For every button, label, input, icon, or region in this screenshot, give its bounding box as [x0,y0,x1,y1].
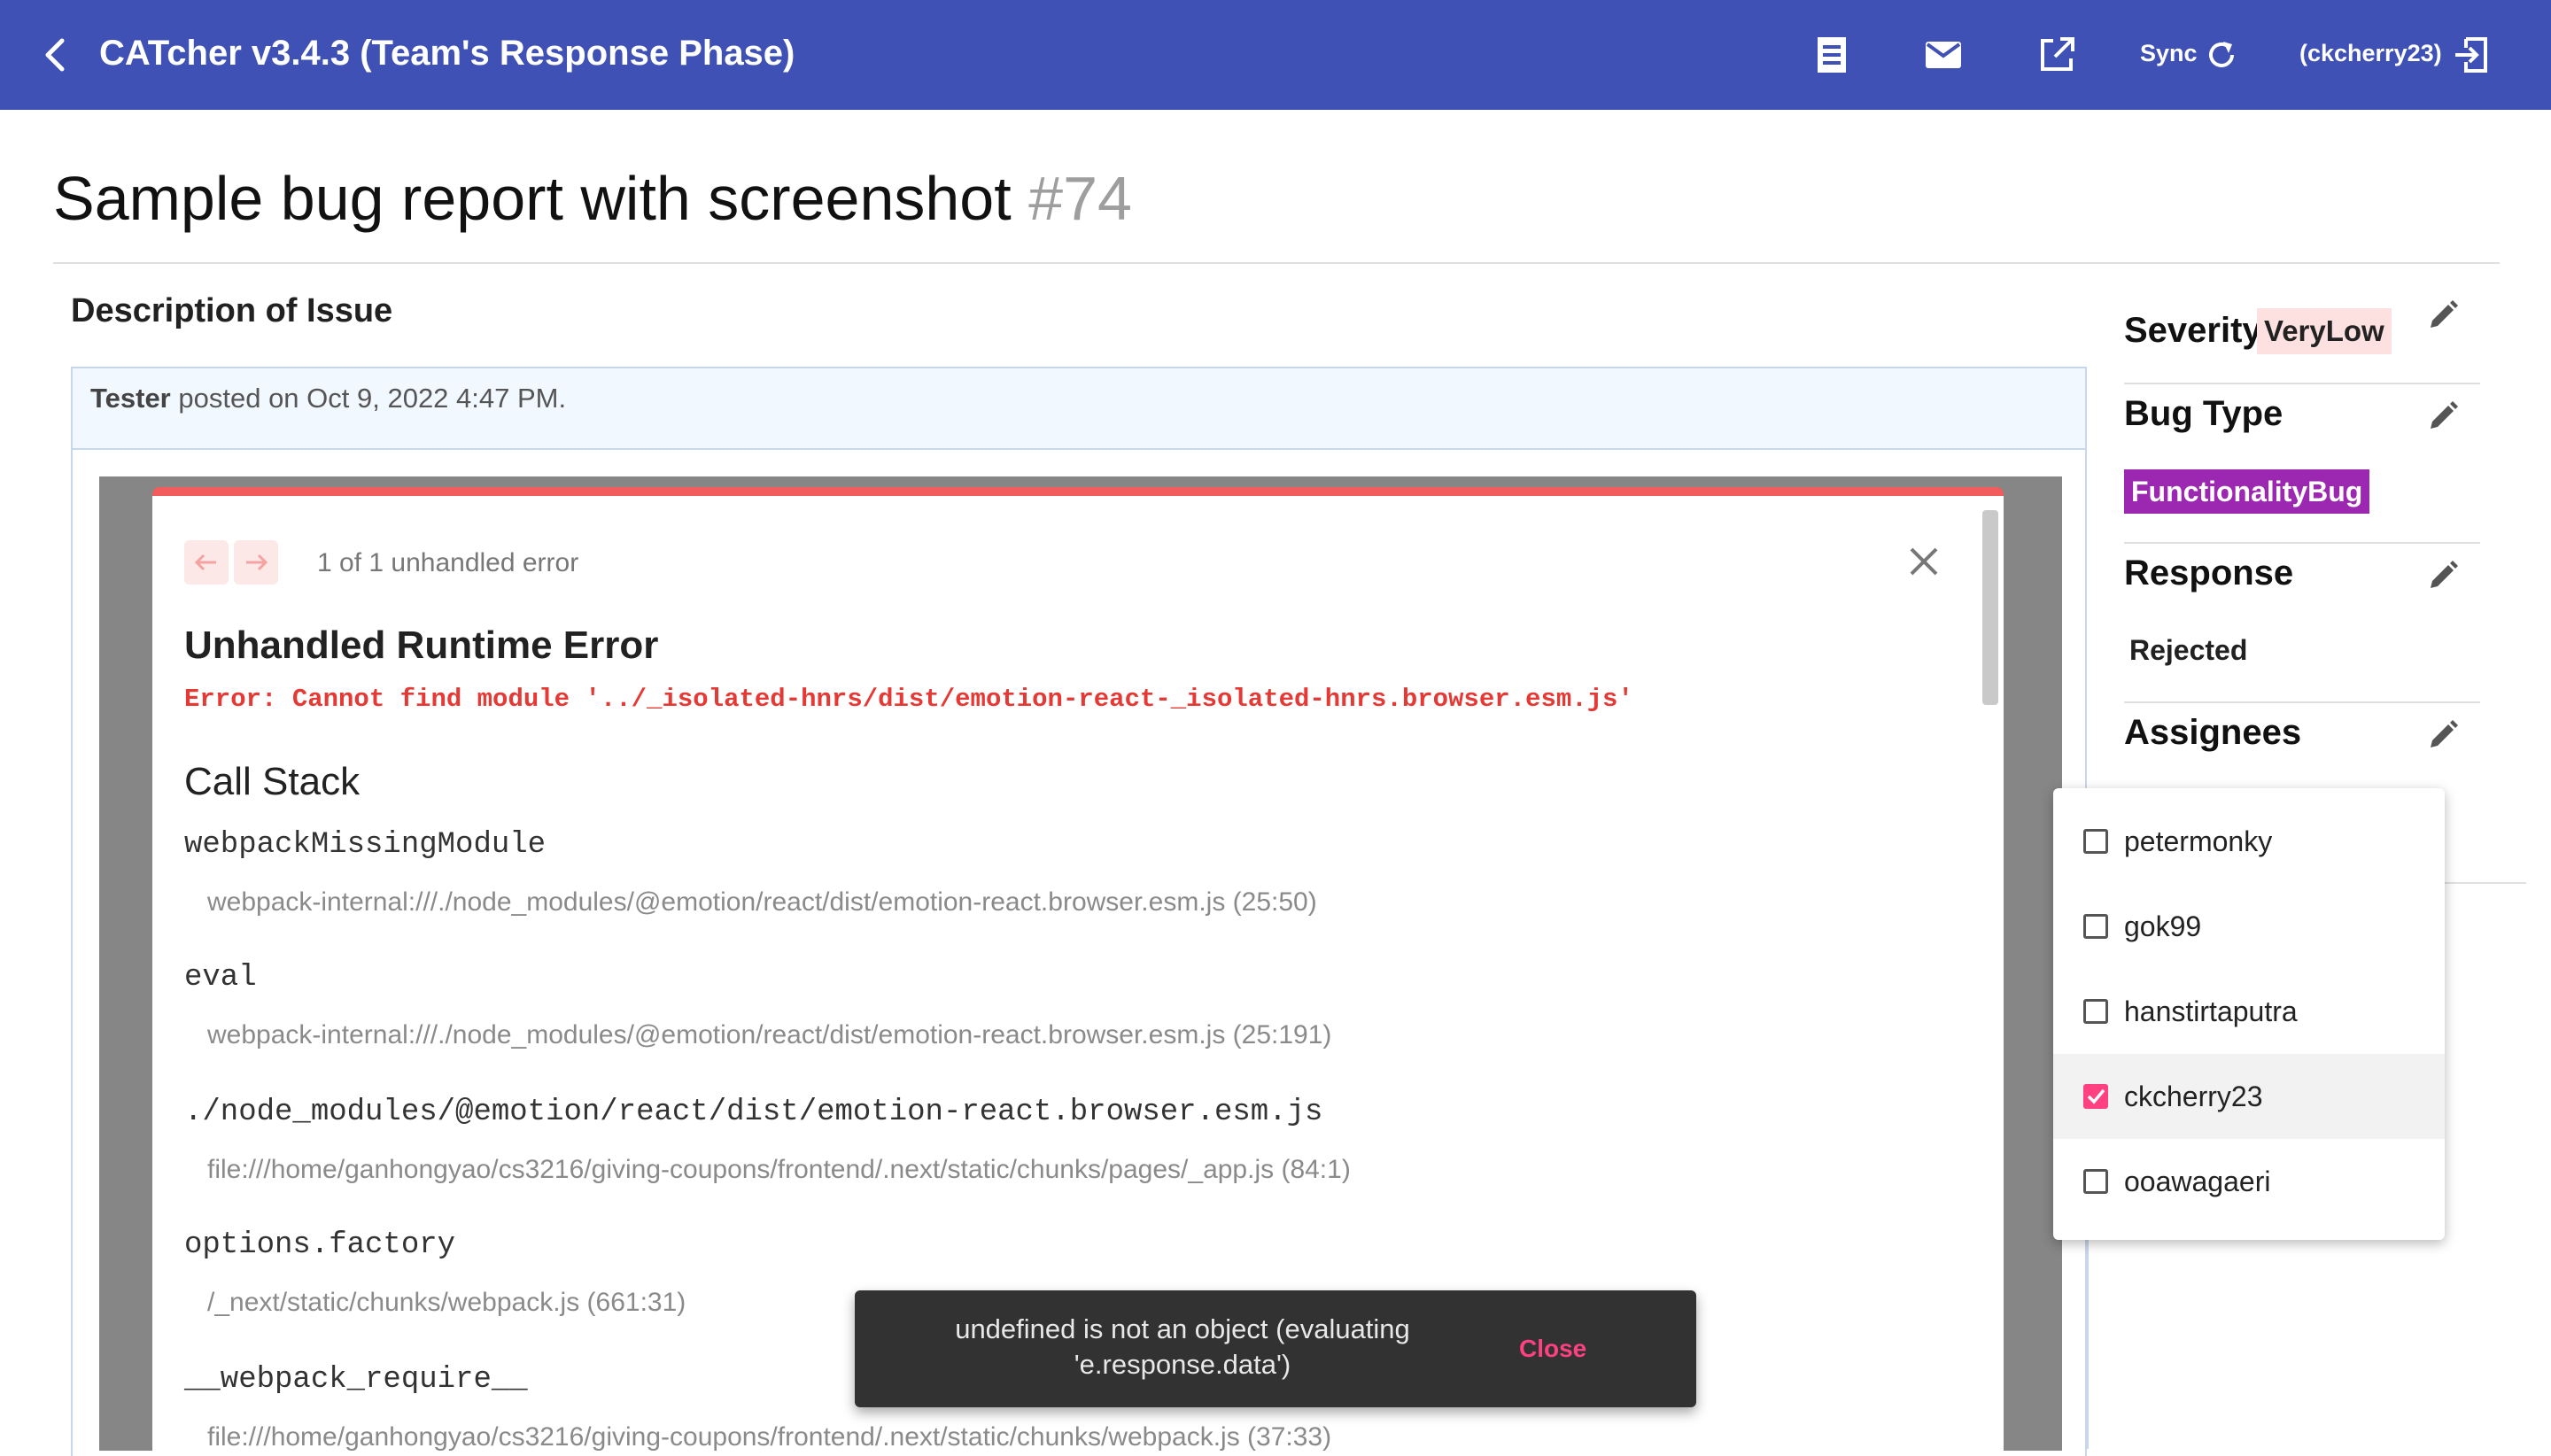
edit-assignees-pencil-icon[interactable] [2425,717,2461,753]
next-error-button [234,540,278,585]
stack-frame-location: file:///home/ganhongyao/cs3216/giving-co… [207,1155,1351,1184]
checkbox[interactable] [2083,1169,2108,1194]
stack-frame-location: file:///home/ganhongyao/cs3216/giving-co… [207,1422,1332,1451]
call-stack-title: Call Stack [184,760,361,803]
divider [2124,383,2480,384]
checkbox[interactable] [2083,999,2108,1024]
assignee-name: gok99 [2124,910,2202,942]
stack-frame-function: options.factory [184,1228,456,1262]
divider [2124,542,2480,544]
assignee-name: petermonky [2124,825,2273,857]
error-message: Error: Cannot find module '../_isolated-… [184,685,1633,714]
sync-button[interactable]: Sync [2140,37,2198,69]
user-label[interactable]: (ckcherry23) [2299,37,2442,69]
arrow-left-icon [194,554,216,571]
app-bar: CATcher v3.4.3 (Team's Response Phase) S… [0,0,2551,110]
assignee-name: ooawagaeri [2124,1166,2271,1197]
assignee-option-ckcherry23[interactable]: ckcherry23 [2053,1054,2445,1139]
assignees-label: Assignees [2124,713,2302,752]
prev-error-button [184,540,229,585]
response-label: Response [2124,554,2294,592]
sync-label: Sync [2140,40,2198,66]
check-icon [2087,1088,2105,1104]
comment-posted: posted on Oct 9, 2022 4:47 PM. [178,383,567,414]
assignee-name: hanstirtaputra [2124,995,2298,1027]
assignee-option-gok99[interactable]: gok99 [2053,884,2445,969]
stack-frame-function: webpackMissingModule [184,828,547,862]
app-title: CATcher v3.4.3 (Team's Response Phase) [99,34,795,73]
stack-frame-function: ./node_modules/@emotion/react/dist/emoti… [184,1096,1323,1129]
issue-title-text: Sample bug report with screenshot [53,164,1012,233]
edit-bug-type-pencil-icon[interactable] [2425,399,2461,434]
stack-frame-function: eval [184,961,257,995]
logout-icon[interactable] [2452,35,2491,74]
stack-frame-location: webpack-internal:///./node_modules/@emot… [207,887,1317,917]
issue-number: #74 [1028,164,1132,233]
scrollbar [1982,510,1998,705]
snackbar: undefined is not an object (evaluating '… [855,1290,1696,1407]
checkbox[interactable] [2083,829,2108,854]
severity-badge: VeryLow [2257,308,2392,354]
response-value: Rejected [2129,634,2248,666]
assignee-option-ooawagaeri[interactable]: ooawagaeri [2053,1139,2445,1224]
divider [53,262,2500,264]
stack-frame-location: webpack-internal:///./node_modules/@emot… [207,1020,1332,1049]
bug-type-badge: FunctionalityBug [2124,469,2370,514]
edit-severity-pencil-icon[interactable] [2425,298,2461,333]
severity-label: Severity [2124,311,2262,350]
assignee-option-petermonky[interactable]: petermonky [2053,799,2445,884]
stack-frame-location: /_next/static/chunks/webpack.js (661:31) [207,1288,686,1317]
mail-icon[interactable] [1924,35,1963,74]
checkbox[interactable] [2083,914,2108,939]
comment-meta: Tester posted on Oct 9, 2022 4:47 PM. [90,381,566,416]
snackbar-message: undefined is not an object (evaluating '… [955,1313,1410,1380]
arrow-right-icon [246,554,268,571]
error-title: Unhandled Runtime Error [184,623,659,667]
bug-type-label: Bug Type [2124,394,2283,433]
comment-author: Tester [90,383,171,414]
comment-border [2087,1240,2089,1449]
assignees-dropdown: petermonky gok99 hanstirtaputra ckcherry… [2053,788,2445,1240]
divider [2124,701,2480,703]
divider [2445,882,2526,884]
close-icon [1910,547,1938,576]
document-icon[interactable] [1812,35,1851,74]
checkbox-checked[interactable] [2083,1084,2108,1109]
snackbar-close-button[interactable]: Close [1519,1331,1586,1367]
description-heading: Description of Issue [71,292,393,329]
error-counter: 1 of 1 unhandled error [317,548,579,577]
back-arrow-icon[interactable] [39,35,74,74]
comment-header: Tester posted on Oct 9, 2022 4:47 PM. [73,368,2085,450]
sync-icon[interactable] [2204,37,2239,73]
assignee-option-hanstirtaputra[interactable]: hanstirtaputra [2053,969,2445,1054]
stack-frame-function: __webpack_require__ [184,1363,528,1397]
edit-response-pencil-icon[interactable] [2425,558,2461,593]
open-external-icon[interactable] [2037,35,2076,74]
issue-title: Sample bug report with screenshot #74 [53,161,1132,236]
assignee-name: ckcherry23 [2124,1080,2263,1112]
